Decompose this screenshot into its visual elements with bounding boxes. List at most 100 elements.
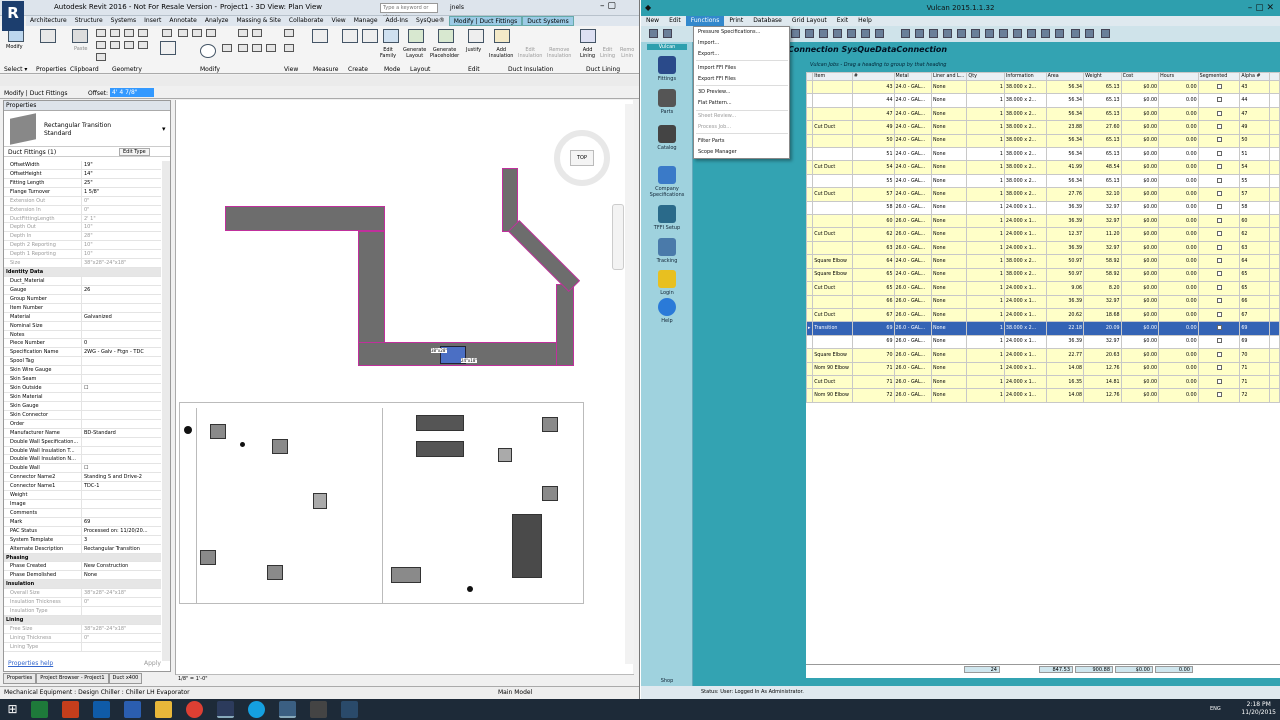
duct-segment[interactable] [556,284,574,366]
property-row[interactable]: Depth 1 Reporting 10" [4,250,161,260]
property-value[interactable]: 0 [82,339,161,347]
cope-icon[interactable] [110,29,120,37]
segmented-checkbox[interactable] [1197,374,1241,390]
property-row[interactable]: Depth 2 Reporting 10" [4,241,161,251]
remove-insulation-button[interactable]: Remove Insulation [547,47,571,59]
equipment-unit[interactable] [267,565,283,580]
navigation-bar[interactable] [612,204,624,270]
duct-segment[interactable] [225,206,385,231]
table-row[interactable]: ▸ Transition 69 26.0 - GAL... None 1 38.000 x … [805,321,1280,336]
chiller-evaporator[interactable] [512,514,542,578]
functions-menu-item[interactable]: Export FFI Files [698,76,736,82]
property-value[interactable] [82,304,161,312]
override-icon[interactable] [284,44,294,52]
table-row[interactable]: 63 26.0 - GAL... None 1 24.000 x 1... 36.39 32… [805,240,1280,256]
split-icon[interactable] [238,29,248,37]
property-row[interactable]: Connector Name2 Standing S and Drive-2 [4,473,161,483]
segmented-checkbox[interactable] [1197,147,1241,162]
property-value[interactable]: Galvanized [82,313,161,321]
property-row[interactable]: Connector Name1 TDC-1 [4,482,161,492]
checkbox[interactable] [1216,257,1222,263]
properties-icon[interactable] [40,29,56,43]
equipment-unit[interactable] [272,439,288,454]
property-row[interactable]: Skin Outside ☐ [4,384,161,393]
segmented-checkbox[interactable] [1197,120,1241,135]
table-row[interactable]: 50 24.0 - GAL... None 1 38.000 x 2... 56.34 65… [805,133,1280,149]
property-value[interactable]: None [82,571,161,579]
functions-menu-item[interactable]: Import FFI Files [698,65,736,71]
checkbox[interactable] [1216,137,1222,143]
property-row[interactable]: PAC Status Processed on: 11/20/20... [4,526,161,536]
justify-icon[interactable] [468,29,484,43]
property-row[interactable]: Free Size 38"x28"-24"x18" [4,624,161,634]
property-value[interactable] [82,491,161,499]
toolbar-button-icon[interactable] [649,29,658,38]
property-row[interactable]: Piece Number 0 [4,339,161,349]
toolbar-button-icon[interactable] [957,29,966,38]
property-value[interactable]: BD-Standard [82,429,161,437]
property-value[interactable] [82,322,161,330]
sidebar-item-tffi-setup[interactable]: TFFI Setup [641,205,693,231]
wall-join-icon[interactable] [124,41,134,49]
edit-type-button[interactable]: Edit Type [119,148,150,156]
segmented-checkbox[interactable] [1197,214,1241,229]
revit-taskbar-icon[interactable] [217,701,234,718]
excel-icon[interactable] [31,701,48,718]
checkbox[interactable] [1216,298,1222,304]
sidebar-item-parts[interactable]: Parts [641,89,693,115]
powerpoint-icon[interactable] [62,701,79,718]
property-row[interactable]: Double Wall Insulation T... [4,446,161,456]
equipment-marker[interactable] [240,442,245,447]
checkbox[interactable] [1216,284,1222,290]
checkbox[interactable] [1216,164,1222,170]
property-value[interactable] [82,643,161,651]
property-row[interactable]: Depth In 28" [4,232,161,242]
generate-layout-icon[interactable] [408,29,424,43]
property-row[interactable]: Image [4,500,161,509]
functions-menu-item[interactable]: Scope Manager [698,149,737,155]
rotate-icon[interactable] [200,44,216,58]
toolbar-button-icon[interactable] [819,29,828,38]
tab-13[interactable]: Duct Systems [522,16,574,26]
table-row[interactable]: Square Elbow 65 24.0 - GAL... None 1 38.000 x… [805,267,1280,283]
menu-grid-layout[interactable]: Grid Layout [787,16,832,26]
chrome-icon[interactable] [186,701,203,718]
checkbox[interactable] [1216,365,1222,371]
property-row[interactable]: Mark 69 [4,517,161,527]
table-row[interactable]: Square Elbow 70 26.0 - GAL... None 1 24.000 x… [805,348,1280,363]
property-value[interactable]: 0" [82,206,161,214]
properties-scrollbar[interactable] [162,161,170,661]
functions-menu-item[interactable]: Filter Parts [698,138,724,144]
checkbox[interactable] [1216,338,1222,344]
modify-button[interactable]: Modify [6,44,23,50]
segmented-checkbox[interactable] [1197,200,1241,216]
word-icon[interactable] [124,701,141,718]
edit-family-button[interactable]: Edit Family [380,47,396,59]
toolbar-button-icon[interactable] [1013,29,1022,38]
property-row[interactable]: Extension In 0" [4,205,161,215]
table-row[interactable]: 55 24.0 - GAL... None 1 38.000 x 2... 56.34 65… [805,173,1280,189]
property-row[interactable]: Double Wall Insulation N... [4,455,161,465]
segmented-checkbox[interactable] [1197,187,1241,202]
property-value[interactable]: 1 5/8" [82,188,161,196]
property-row[interactable]: Gauge 26 [4,285,161,295]
toolbar-button-icon[interactable] [875,29,884,38]
sidebar-item-tracking[interactable]: Tracking [641,238,693,264]
checkbox[interactable] [1216,204,1222,210]
column-header[interactable]: Item [812,72,853,81]
paste-button[interactable]: Paste [74,46,88,52]
property-row[interactable]: OffsetWidth 19" [4,161,161,170]
segmented-checkbox[interactable] [1197,240,1241,256]
property-row[interactable]: Double Wall Specification... [4,437,161,447]
tab-7[interactable]: Collaborate [285,16,328,26]
property-value[interactable]: Processed on: 11/20/20... [82,527,161,535]
sidebar-item-login[interactable]: Login [641,270,693,296]
menu-database[interactable]: Database [748,16,787,26]
functions-menu-item[interactable]: Export... [698,51,719,57]
menu-edit[interactable]: Edit [664,16,686,26]
column-header[interactable]: Metal [893,72,932,81]
palette-tab[interactable]: Project Browser - Project1 [36,673,109,684]
property-row[interactable]: Order [4,419,161,429]
type-selector[interactable]: Rectangular Transition Standard ▾ [4,111,170,147]
property-row[interactable]: Skin Gauge [4,401,161,411]
